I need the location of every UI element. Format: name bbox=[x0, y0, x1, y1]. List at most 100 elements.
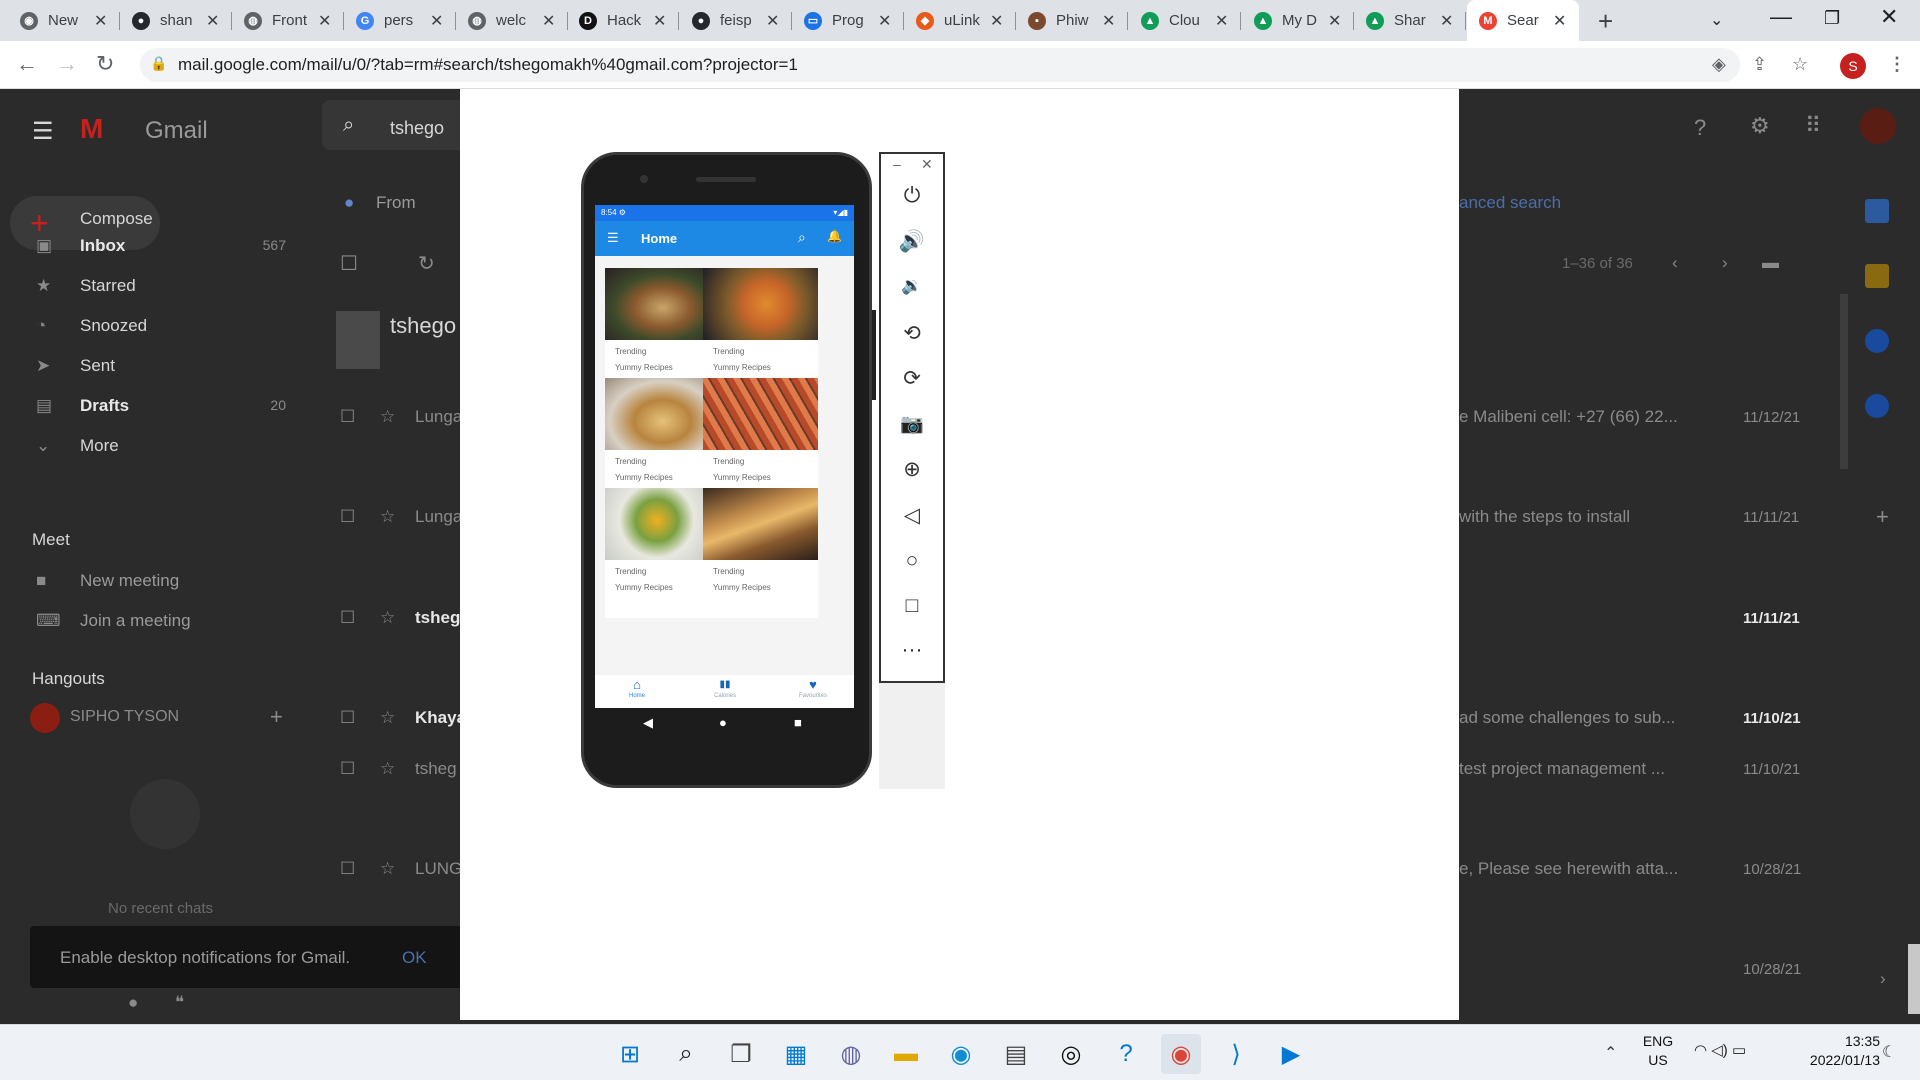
prev-page-icon[interactable]: ‹ bbox=[1672, 253, 1678, 273]
more-icon[interactable]: ··· bbox=[881, 638, 943, 662]
lang-bottom[interactable]: US bbox=[1640, 1052, 1676, 1068]
app-notification-bell-icon[interactable]: 🔔 bbox=[827, 229, 842, 243]
tab-close-icon[interactable]: ✕ bbox=[766, 11, 779, 31]
forward-button[interactable]: → bbox=[56, 51, 78, 77]
page-scrollbar[interactable] bbox=[1908, 944, 1920, 1014]
file-explorer-icon[interactable]: ▬ bbox=[886, 1034, 926, 1074]
row-star-icon[interactable]: ☆ bbox=[380, 507, 395, 527]
tab-close-icon[interactable]: ✕ bbox=[1440, 11, 1453, 31]
browser-tab[interactable]: ▲ Clou ✕ bbox=[1129, 0, 1241, 41]
nav-item-drafts[interactable]: Drafts bbox=[80, 396, 129, 416]
settings-gear-icon[interactable]: ⚙ bbox=[1750, 113, 1770, 139]
app-search-icon[interactable]: ⌕ bbox=[798, 229, 806, 246]
row-checkbox[interactable]: ☐ bbox=[340, 708, 355, 728]
join-meeting-link[interactable]: Join a meeting bbox=[80, 611, 191, 631]
tray-overflow-icon[interactable]: ⌃ bbox=[1604, 1043, 1617, 1063]
browser-tab[interactable]: ▪ Phiw ✕ bbox=[1016, 0, 1128, 41]
camera-icon[interactable]: 📷 bbox=[881, 412, 943, 436]
github-desktop-icon[interactable]: ◎ bbox=[1051, 1034, 1091, 1074]
clock-date[interactable]: 2022/01/13 bbox=[1790, 1052, 1880, 1068]
row-sender[interactable]: tsheg bbox=[415, 759, 457, 779]
minimize-button[interactable]: — bbox=[1770, 4, 1792, 30]
add-contact-icon[interactable]: + bbox=[270, 704, 283, 730]
browser-tab[interactable]: D Hack ✕ bbox=[567, 0, 679, 41]
rotate-left-icon[interactable]: ⟲ bbox=[881, 321, 943, 346]
nav-favourites-icon[interactable]: ♥ bbox=[783, 677, 843, 692]
row-sender[interactable]: LUNG bbox=[415, 859, 462, 879]
vscode-icon[interactable]: ⟩ bbox=[1216, 1034, 1256, 1074]
hangouts-user[interactable]: SIPHO TYSON bbox=[70, 708, 179, 726]
advanced-search-link[interactable]: anced search bbox=[1459, 193, 1561, 213]
refresh-icon[interactable]: ↻ bbox=[418, 251, 435, 276]
row-sender[interactable]: Lunga bbox=[415, 507, 462, 527]
hangouts-avatar[interactable] bbox=[30, 703, 60, 733]
app-menu-icon[interactable]: ☰ bbox=[607, 230, 619, 246]
nav-home-label[interactable]: Home bbox=[607, 693, 667, 699]
main-menu-icon[interactable]: ☰ bbox=[32, 117, 54, 146]
row-star-icon[interactable]: ☆ bbox=[380, 407, 395, 427]
nav-item-inbox[interactable]: Inbox bbox=[80, 236, 125, 256]
phone-recents-icon[interactable]: ■ bbox=[794, 715, 802, 730]
tips-icon[interactable]: ? bbox=[1106, 1034, 1146, 1074]
install-app-icon[interactable]: ◈ bbox=[1712, 54, 1726, 75]
back-button[interactable]: ← bbox=[16, 51, 38, 77]
tab-close-icon[interactable]: ✕ bbox=[1553, 11, 1566, 31]
browser-tab[interactable]: ▲ Shar ✕ bbox=[1354, 0, 1466, 41]
lang-top[interactable]: ENG bbox=[1640, 1033, 1676, 1049]
browser-tab[interactable]: ◍ welc ✕ bbox=[456, 0, 568, 41]
calendar-icon[interactable] bbox=[1865, 199, 1889, 223]
wifi-volume-battery-icon[interactable]: ◠ ◁) ▭ bbox=[1694, 1041, 1746, 1059]
browser-tab[interactable]: ▭ Prog ✕ bbox=[792, 0, 904, 41]
edge-icon[interactable]: ◉ bbox=[941, 1034, 981, 1074]
row-sender[interactable]: tsheg bbox=[415, 608, 460, 628]
recipe-card[interactable]: Trending Yummy Recipes bbox=[703, 488, 818, 618]
tasks-icon[interactable] bbox=[1865, 329, 1889, 353]
nav-item-snoozed[interactable]: Snoozed bbox=[80, 316, 147, 336]
search-icon[interactable]: ⌕ bbox=[343, 114, 354, 137]
row-sender[interactable]: Khaya bbox=[415, 708, 466, 728]
from-filter-chip[interactable]: From bbox=[376, 193, 416, 213]
tab-close-icon[interactable]: ✕ bbox=[878, 11, 891, 31]
tab-close-icon[interactable]: ✕ bbox=[1215, 11, 1228, 31]
url-text[interactable]: mail.google.com/mail/u/0/?tab=rm#search/… bbox=[178, 55, 798, 75]
row-snippet[interactable]: e, Please see herewith atta... bbox=[1459, 859, 1678, 879]
lock-icon[interactable]: 🔒 bbox=[150, 55, 167, 72]
nav-calories-label[interactable]: Calories bbox=[695, 693, 755, 699]
browser-tab[interactable]: ◉ New ✕ bbox=[8, 0, 120, 41]
tab-close-icon[interactable]: ✕ bbox=[430, 11, 443, 31]
browser-tab[interactable]: Gpers ✕ bbox=[344, 0, 456, 41]
select-all-checkbox[interactable]: ☐ bbox=[340, 251, 358, 276]
row-star-icon[interactable]: ☆ bbox=[380, 608, 395, 628]
row-checkbox[interactable]: ☐ bbox=[340, 859, 355, 879]
tab-search-chevron-icon[interactable]: ⌄ bbox=[1710, 10, 1723, 30]
back-icon[interactable]: ◁ bbox=[881, 503, 943, 528]
tab-close-icon[interactable]: ✕ bbox=[318, 11, 331, 31]
emulator-minimize-button[interactable]: – bbox=[893, 156, 901, 172]
browser-tab[interactable]: ● feisp ✕ bbox=[680, 0, 792, 41]
row-star-icon[interactable]: ☆ bbox=[380, 859, 395, 879]
row-checkbox[interactable]: ☐ bbox=[340, 407, 355, 427]
chrome-taskbar-icon[interactable]: ◉ bbox=[1161, 1034, 1201, 1074]
person-icon[interactable]: ● bbox=[128, 993, 138, 1013]
list-scrollbar[interactable] bbox=[1840, 294, 1848, 469]
emulator-close-button[interactable]: ✕ bbox=[921, 156, 933, 173]
show-side-panel-icon[interactable]: › bbox=[1880, 969, 1886, 989]
row-star-icon[interactable]: ☆ bbox=[380, 708, 395, 728]
account-avatar[interactable] bbox=[1860, 108, 1896, 144]
nav-item-starred[interactable]: Starred bbox=[80, 276, 136, 296]
browser-menu-icon[interactable]: ⋮ bbox=[1888, 54, 1906, 75]
new-tab-button[interactable]: + bbox=[1598, 6, 1613, 37]
new-meeting-link[interactable]: New meeting bbox=[80, 571, 179, 591]
tab-close-icon[interactable]: ✕ bbox=[1328, 11, 1341, 31]
gmail-logo-icon[interactable]: M bbox=[80, 113, 103, 145]
apps-grid-icon[interactable]: ⠿ bbox=[1805, 113, 1821, 139]
contacts-icon[interactable] bbox=[1865, 394, 1889, 418]
bookmark-star-icon[interactable]: ☆ bbox=[1792, 54, 1808, 75]
browser-tab[interactable]: ◆ uLink ✕ bbox=[904, 0, 1016, 41]
nav-item-more[interactable]: More bbox=[80, 436, 119, 456]
browser-tab[interactable]: ◍ Front ✕ bbox=[232, 0, 344, 41]
tab-close-icon[interactable]: ✕ bbox=[94, 11, 107, 31]
nav-home-icon[interactable]: ⌂ bbox=[607, 677, 667, 692]
tab-close-icon[interactable]: ✕ bbox=[1102, 11, 1115, 31]
volume-down-icon[interactable]: 🔉 bbox=[881, 276, 943, 296]
